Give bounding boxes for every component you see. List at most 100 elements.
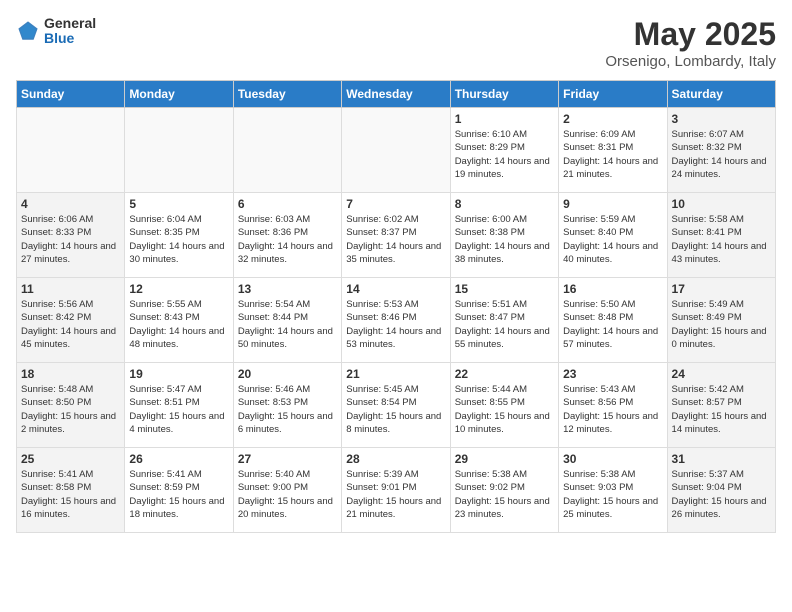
day-number: 20 bbox=[238, 367, 337, 381]
day-number: 29 bbox=[455, 452, 554, 466]
day-number: 8 bbox=[455, 197, 554, 211]
day-cell: 1 Sunrise: 6:10 AM Sunset: 8:29 PM Daylig… bbox=[450, 108, 558, 193]
day-cell: 18 Sunrise: 5:48 AM Sunset: 8:50 PM Dayli… bbox=[17, 363, 125, 448]
day-detail: Sunrise: 5:45 AM Sunset: 8:54 PM Dayligh… bbox=[346, 383, 445, 436]
day-number: 17 bbox=[672, 282, 771, 296]
week-row-5: 25 Sunrise: 5:41 AM Sunset: 8:58 PM Dayli… bbox=[17, 448, 776, 533]
day-number: 5 bbox=[129, 197, 228, 211]
week-row-3: 11 Sunrise: 5:56 AM Sunset: 8:42 PM Dayli… bbox=[17, 278, 776, 363]
day-cell: 21 Sunrise: 5:45 AM Sunset: 8:54 PM Dayli… bbox=[342, 363, 450, 448]
day-cell: 15Sunrise: 5:51 AM Sunset: 8:47 PM Dayli… bbox=[450, 278, 558, 363]
day-cell: 4 Sunrise: 6:06 AM Sunset: 8:33 PM Daylig… bbox=[17, 193, 125, 278]
day-cell: 22 Sunrise: 5:44 AM Sunset: 8:55 PM Dayli… bbox=[450, 363, 558, 448]
day-number: 10 bbox=[672, 197, 771, 211]
day-number: 26 bbox=[129, 452, 228, 466]
day-number: 27 bbox=[238, 452, 337, 466]
day-cell: 5 Sunrise: 6:04 AM Sunset: 8:35 PM Daylig… bbox=[125, 193, 233, 278]
day-cell: 17 Sunrise: 5:49 AM Sunset: 8:49 PM Dayli… bbox=[667, 278, 775, 363]
day-number: 31 bbox=[672, 452, 771, 466]
day-detail: Sunrise: 5:56 AM Sunset: 8:42 PM Dayligh… bbox=[21, 298, 120, 351]
day-detail: Sunrise: 5:48 AM Sunset: 8:50 PM Dayligh… bbox=[21, 383, 120, 436]
week-row-1: 1 Sunrise: 6:10 AM Sunset: 8:29 PM Daylig… bbox=[17, 108, 776, 193]
day-cell: 28Sunrise: 5:39 AM Sunset: 9:01 PM Dayli… bbox=[342, 448, 450, 533]
day-cell: 2 Sunrise: 6:09 AM Sunset: 8:31 PM Daylig… bbox=[559, 108, 667, 193]
day-cell: 6 Sunrise: 6:03 AM Sunset: 8:36 PM Daylig… bbox=[233, 193, 341, 278]
day-number: 7 bbox=[346, 197, 445, 211]
day-detail: Sunrise: 5:55 AM Sunset: 8:43 PM Dayligh… bbox=[129, 298, 228, 351]
day-number: 18 bbox=[21, 367, 120, 381]
day-number: 12 bbox=[129, 282, 228, 296]
day-number: 11 bbox=[21, 282, 120, 296]
logo-blue: Blue bbox=[44, 31, 96, 46]
day-header-wednesday: Wednesday bbox=[342, 81, 450, 108]
day-detail: Sunrise: 5:50 AM Sunset: 8:48 PM Dayligh… bbox=[563, 298, 662, 351]
day-number: 25 bbox=[21, 452, 120, 466]
day-header-monday: Monday bbox=[125, 81, 233, 108]
logo-text: General Blue bbox=[44, 16, 96, 47]
day-cell: 20 Sunrise: 5:46 AM Sunset: 8:53 PM Dayli… bbox=[233, 363, 341, 448]
day-detail: Sunrise: 5:41 AM Sunset: 8:58 PM Dayligh… bbox=[21, 468, 120, 521]
day-cell: 7 Sunrise: 6:02 AM Sunset: 8:37 PM Daylig… bbox=[342, 193, 450, 278]
day-detail: Sunrise: 6:03 AM Sunset: 8:36 PM Dayligh… bbox=[238, 213, 337, 266]
week-row-2: 4 Sunrise: 6:06 AM Sunset: 8:33 PM Daylig… bbox=[17, 193, 776, 278]
day-number: 15 bbox=[455, 282, 554, 296]
day-cell: 30 Sunrise: 5:38 AM Sunset: 9:03 PM Dayli… bbox=[559, 448, 667, 533]
logo: General Blue bbox=[16, 16, 96, 47]
day-cell: 24 Sunrise: 5:42 AM Sunset: 8:57 PM Dayli… bbox=[667, 363, 775, 448]
day-cell: 11 Sunrise: 5:56 AM Sunset: 8:42 PM Dayli… bbox=[17, 278, 125, 363]
day-detail: Sunrise: 5:37 AM Sunset: 9:04 PM Dayligh… bbox=[672, 468, 771, 521]
day-cell bbox=[125, 108, 233, 193]
day-detail: Sunrise: 5:46 AM Sunset: 8:53 PM Dayligh… bbox=[238, 383, 337, 436]
day-number: 14 bbox=[346, 282, 445, 296]
day-number: 2 bbox=[563, 112, 662, 126]
day-detail: Sunrise: 5:42 AM Sunset: 8:57 PM Dayligh… bbox=[672, 383, 771, 436]
day-number: 23 bbox=[563, 367, 662, 381]
logo-general: General bbox=[44, 16, 96, 31]
day-cell: 16 Sunrise: 5:50 AM Sunset: 8:48 PM Dayli… bbox=[559, 278, 667, 363]
day-detail: Sunrise: 5:43 AM Sunset: 8:56 PM Dayligh… bbox=[563, 383, 662, 436]
day-detail: Sunrise: 5:54 AM Sunset: 8:44 PM Dayligh… bbox=[238, 298, 337, 351]
day-number: 4 bbox=[21, 197, 120, 211]
day-detail: Sunrise: 6:06 AM Sunset: 8:33 PM Dayligh… bbox=[21, 213, 120, 266]
day-detail: Sunrise: 5:39 AM Sunset: 9:01 PM Dayligh… bbox=[346, 468, 445, 521]
day-header-thursday: Thursday bbox=[450, 81, 558, 108]
day-cell: 25 Sunrise: 5:41 AM Sunset: 8:58 PM Dayli… bbox=[17, 448, 125, 533]
day-detail: Sunrise: 5:38 AM Sunset: 9:03 PM Dayligh… bbox=[563, 468, 662, 521]
day-detail: Sunrise: 6:10 AM Sunset: 8:29 PM Dayligh… bbox=[455, 128, 554, 181]
day-number: 9 bbox=[563, 197, 662, 211]
day-number: 16 bbox=[563, 282, 662, 296]
month-year: May 2025 bbox=[605, 16, 776, 53]
day-detail: Sunrise: 6:07 AM Sunset: 8:32 PM Dayligh… bbox=[672, 128, 771, 181]
day-cell bbox=[342, 108, 450, 193]
title-area: May 2025 Orsenigo, Lombardy, Italy bbox=[605, 16, 776, 70]
day-detail: Sunrise: 5:44 AM Sunset: 8:55 PM Dayligh… bbox=[455, 383, 554, 436]
day-header-tuesday: Tuesday bbox=[233, 81, 341, 108]
day-number: 30 bbox=[563, 452, 662, 466]
day-cell bbox=[233, 108, 341, 193]
logo-icon bbox=[16, 19, 40, 43]
week-row-4: 18 Sunrise: 5:48 AM Sunset: 8:50 PM Dayli… bbox=[17, 363, 776, 448]
day-cell: 29Sunrise: 5:38 AM Sunset: 9:02 PM Dayli… bbox=[450, 448, 558, 533]
calendar-table: SundayMondayTuesdayWednesdayThursdayFrid… bbox=[16, 80, 776, 533]
day-cell: 13 Sunrise: 5:54 AM Sunset: 8:44 PM Dayli… bbox=[233, 278, 341, 363]
day-number: 21 bbox=[346, 367, 445, 381]
day-number: 3 bbox=[672, 112, 771, 126]
day-cell: 14Sunrise: 5:53 AM Sunset: 8:46 PM Dayli… bbox=[342, 278, 450, 363]
day-detail: Sunrise: 6:04 AM Sunset: 8:35 PM Dayligh… bbox=[129, 213, 228, 266]
day-cell: 27 Sunrise: 5:40 AM Sunset: 9:00 PM Dayli… bbox=[233, 448, 341, 533]
day-cell: 8 Sunrise: 6:00 AM Sunset: 8:38 PM Daylig… bbox=[450, 193, 558, 278]
day-number: 6 bbox=[238, 197, 337, 211]
day-detail: Sunrise: 6:02 AM Sunset: 8:37 PM Dayligh… bbox=[346, 213, 445, 266]
day-detail: Sunrise: 6:09 AM Sunset: 8:31 PM Dayligh… bbox=[563, 128, 662, 181]
day-detail: Sunrise: 6:00 AM Sunset: 8:38 PM Dayligh… bbox=[455, 213, 554, 266]
day-detail: Sunrise: 5:40 AM Sunset: 9:00 PM Dayligh… bbox=[238, 468, 337, 521]
day-cell: 31 Sunrise: 5:37 AM Sunset: 9:04 PM Dayli… bbox=[667, 448, 775, 533]
day-header-friday: Friday bbox=[559, 81, 667, 108]
day-number: 22 bbox=[455, 367, 554, 381]
day-detail: Sunrise: 5:49 AM Sunset: 8:49 PM Dayligh… bbox=[672, 298, 771, 351]
day-detail: Sunrise: 5:47 AM Sunset: 8:51 PM Dayligh… bbox=[129, 383, 228, 436]
day-number: 13 bbox=[238, 282, 337, 296]
day-detail: Sunrise: 5:41 AM Sunset: 8:59 PM Dayligh… bbox=[129, 468, 228, 521]
day-number: 1 bbox=[455, 112, 554, 126]
day-number: 24 bbox=[672, 367, 771, 381]
